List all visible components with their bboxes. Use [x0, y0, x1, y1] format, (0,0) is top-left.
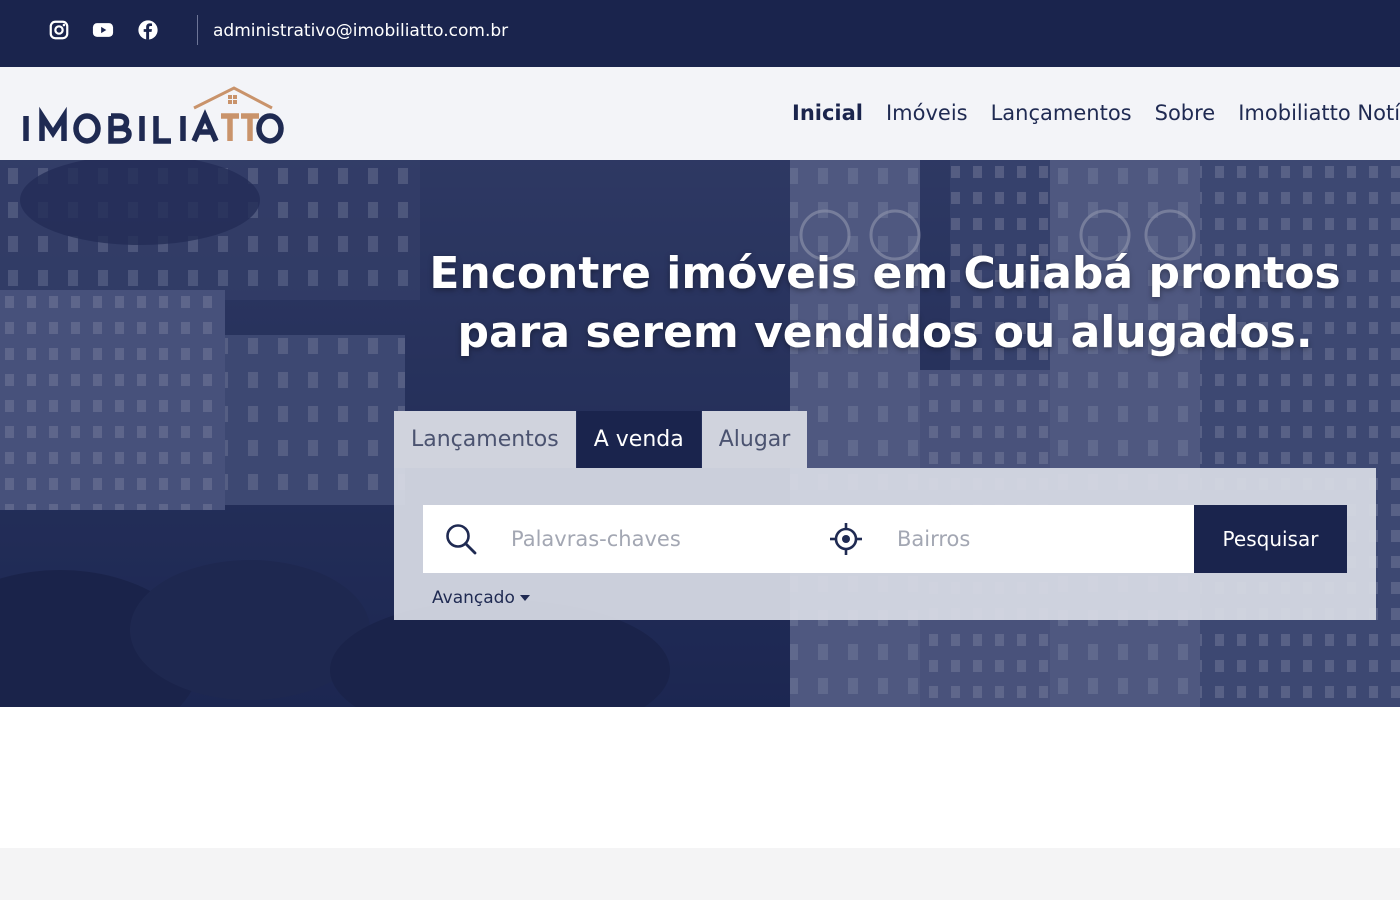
nav-sobre[interactable]: Sobre	[1155, 98, 1216, 128]
search-box	[423, 505, 1194, 573]
search-panel: Pesquisar Avançado	[394, 468, 1376, 620]
tab-a-venda[interactable]: A venda	[576, 411, 701, 468]
search-button[interactable]: Pesquisar	[1194, 505, 1347, 573]
site-header: Inicial Imóveis Lançamentos Sobre Imobil…	[0, 67, 1400, 160]
contact-email-link[interactable]: administrativo@imobiliatto.com.br	[213, 19, 508, 43]
hero-section: Encontre imóveis em Cuiabá prontos para …	[0, 160, 1400, 707]
main-nav: Inicial Imóveis Lançamentos Sobre Imobil…	[792, 98, 1400, 128]
top-bar: administrativo@imobiliatto.com.br	[0, 0, 1400, 67]
topbar-divider	[197, 15, 198, 45]
keyword-input[interactable]	[511, 519, 811, 559]
tab-alugar[interactable]: Alugar	[701, 411, 808, 468]
facebook-icon[interactable]	[137, 19, 159, 41]
nav-lancamentos[interactable]: Lançamentos	[991, 98, 1132, 128]
tab-lancamentos[interactable]: Lançamentos	[394, 411, 576, 468]
nav-inicial[interactable]: Inicial	[792, 98, 863, 128]
nav-imoveis[interactable]: Imóveis	[886, 98, 968, 128]
page-bottom-strip	[0, 848, 1400, 900]
nav-noticias[interactable]: Imobiliatto Notícias	[1238, 98, 1400, 128]
instagram-icon[interactable]	[48, 19, 70, 41]
search-icon	[446, 524, 477, 555]
location-target-icon	[830, 523, 862, 555]
listing-type-tabs: Lançamentos A venda Alugar	[394, 411, 808, 468]
hero-headline: Encontre imóveis em Cuiabá prontos para …	[429, 248, 1341, 358]
caret-down-icon	[519, 595, 530, 601]
youtube-icon[interactable]	[92, 19, 114, 41]
advanced-search-toggle[interactable]: Avançado	[432, 588, 530, 608]
advanced-label: Avançado	[432, 588, 515, 608]
neighborhood-input[interactable]	[897, 519, 1177, 559]
imobiliatto-logo[interactable]	[20, 83, 292, 147]
